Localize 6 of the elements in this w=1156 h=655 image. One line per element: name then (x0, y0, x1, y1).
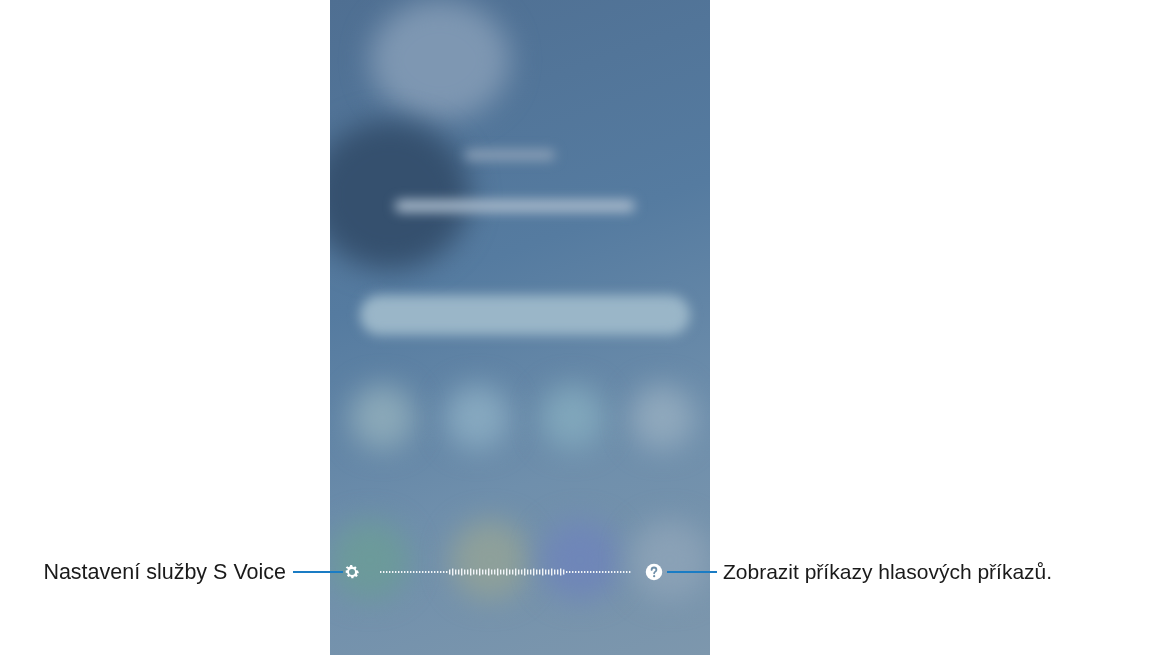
help-icon[interactable] (645, 563, 663, 581)
leader-line (667, 571, 717, 573)
settings-callout-label: Nastavení služby S Voice (42, 559, 286, 585)
leader-line (293, 571, 343, 573)
help-callout-label: Zobrazit příkazy hlasových příkazů. (723, 560, 1053, 584)
settings-icon[interactable] (343, 563, 361, 581)
